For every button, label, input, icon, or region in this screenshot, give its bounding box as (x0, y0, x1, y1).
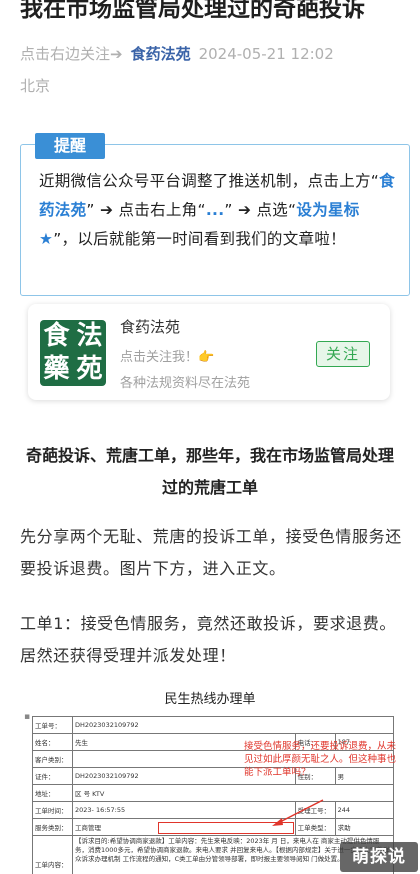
section-headline: 奇葩投诉、荒唐工单，那些年，我在市场监管局处理过的荒唐工单 (25, 446, 394, 497)
notice-box: 提醒 近期微信公众号平台调整了推送机制，点击上方“食药法苑” ➔ 点击右上角“.… (20, 133, 410, 296)
document-title: 民生热线办理单 (164, 692, 256, 707)
paragraph-ticket-1: 工单1：接受色情服务，竟然还敢投诉，要求退费。居然还获得受理并派发处理！ (20, 614, 396, 665)
watermark-logo: 萌探说 (340, 842, 418, 872)
annotation-arrow-icon (272, 799, 324, 826)
article-meta: 点击右边关注➔ 食药法苑 2024-05-21 12:02 北京 (20, 38, 405, 102)
follow-button[interactable]: 关注 (316, 341, 370, 367)
notice-tag: 提醒 (35, 133, 105, 159)
table-row: 工单时间： 2023- 16:57:55 受理工号： 244 (32, 801, 395, 819)
account-name: 食药法苑 (120, 318, 181, 336)
follow-hint: 点击右边关注➔ (20, 45, 123, 63)
notice-text: 近期微信公众号平台调整了推送机制，点击上方“食药法苑” ➔ 点击右上角“...”… (39, 172, 395, 248)
account-logo: 食法藥苑 (40, 320, 106, 386)
account-tagline: 点击关注我！👉 (120, 350, 215, 365)
account-card[interactable]: 食法藥苑 食药法苑 点击关注我！👉 各种法规资料尽在法苑 关注 (28, 304, 390, 400)
notice-dots: ... (205, 201, 225, 219)
account-description: 各种法规资料尽在法苑 (120, 376, 251, 391)
table-row: 地址：区 号 KTV (32, 784, 394, 802)
publish-date: 2024-05-21 12:02 (198, 45, 334, 63)
document-marker-icon: ▪ (24, 712, 31, 722)
publish-location: 北京 (20, 77, 51, 95)
paragraph-intro: 先分享两个无耻、荒唐的投诉工单，接受色情服务还要投诉退费。图片下方，进入正文。 (20, 527, 402, 578)
table-row: 工单号： DH2023032109792 (32, 716, 394, 734)
article-title: 我在市场监管局处理过的奇葩投诉 (20, 0, 365, 22)
account-link[interactable]: 食药法苑 (131, 45, 191, 63)
annotation-text: 接受色情服务，还要投诉退费，从未见过如此厚颜无耻之人。但这种事也能下派工单吗？ (244, 741, 397, 778)
